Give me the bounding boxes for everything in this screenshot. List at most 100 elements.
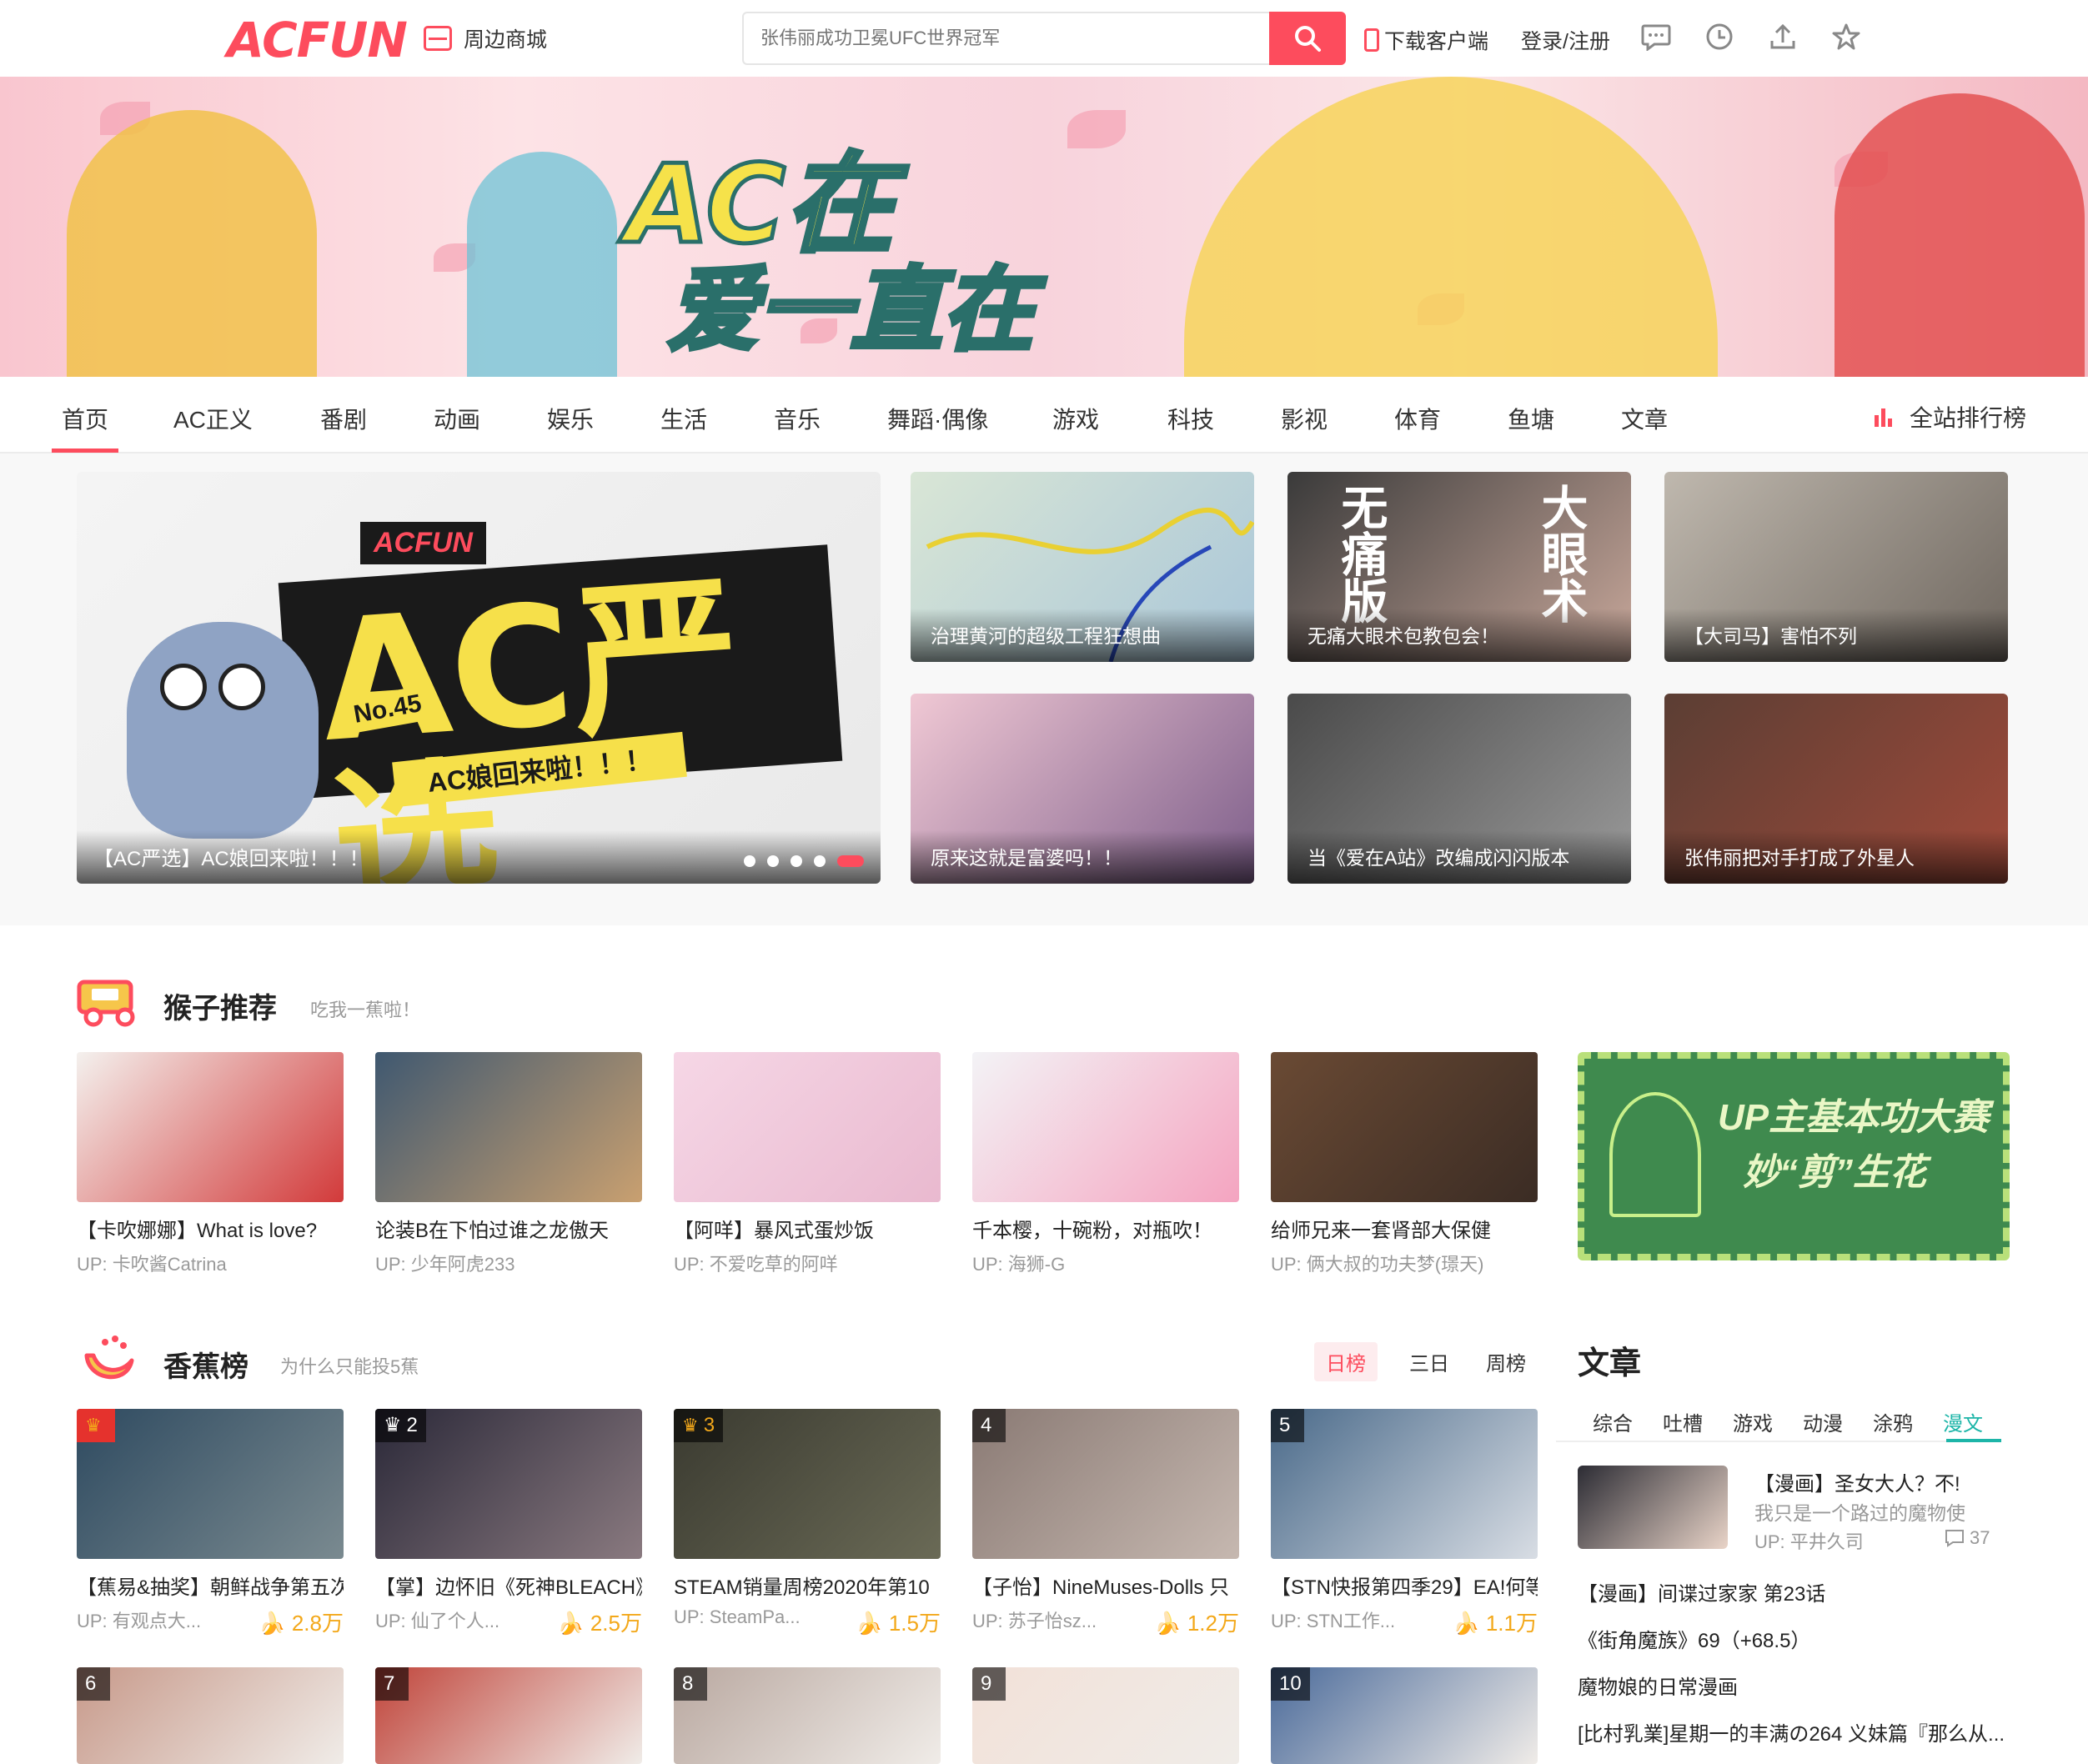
nav-sports[interactable]: 体育 bbox=[1394, 402, 1441, 435]
video-thumbnail[interactable] bbox=[674, 1052, 941, 1202]
video-thumbnail[interactable]: 7 bbox=[375, 1667, 642, 1764]
video-thumbnail[interactable]: 6 bbox=[77, 1667, 344, 1764]
video-thumbnail[interactable] bbox=[77, 1052, 344, 1202]
ranked-video-card[interactable]: 6 bbox=[77, 1667, 344, 1764]
nav-ac-justice[interactable]: AC正义 bbox=[173, 402, 253, 435]
video-card[interactable]: 【卡吹娜娜】What is love? UP: 卡吹酱Catrina bbox=[77, 1052, 344, 1276]
recommend-tile[interactable]: 治理黄河的超级工程狂想曲 bbox=[911, 472, 1254, 662]
history-clock-icon[interactable] bbox=[1703, 20, 1736, 53]
article-list-item[interactable]: [比村乳業]星期一的丰满の264 义妹篇『那么从... bbox=[1578, 1717, 2011, 1746]
contest-ad-banner[interactable]: UP主基本功大赛 妙“剪”生花 bbox=[1578, 1052, 2010, 1260]
download-client-link[interactable]: 下载客户端 bbox=[1364, 25, 1488, 55]
message-icon[interactable] bbox=[1639, 20, 1673, 53]
upload-icon[interactable] bbox=[1766, 20, 1799, 53]
video-uploader[interactable]: UP: 俩大叔的功夫梦(璟天) bbox=[1271, 1250, 1483, 1276]
tab-weekly[interactable]: 周榜 bbox=[1474, 1342, 1538, 1381]
nav-home[interactable]: 首页 bbox=[62, 402, 108, 435]
video-uploader[interactable]: UP: 卡吹酱Catrina bbox=[77, 1250, 227, 1276]
video-thumbnail[interactable]: ♛ 2 bbox=[375, 1409, 642, 1559]
video-uploader[interactable]: UP: 不爱吃草的阿咩 bbox=[674, 1250, 838, 1276]
video-uploader[interactable]: UP: 少年阿虎233 bbox=[375, 1250, 515, 1276]
carousel-dot-active[interactable] bbox=[837, 855, 864, 867]
video-title[interactable]: 千本樱，十碗粉，对瓶吹！ bbox=[972, 1214, 1239, 1243]
video-title[interactable]: 【掌】边怀旧《死神BLEACH》 bbox=[375, 1571, 642, 1600]
login-register-link[interactable]: 登录/注册 bbox=[1521, 25, 1610, 55]
article-list-item[interactable]: 《街角魔族》69（+68.5） bbox=[1578, 1624, 1810, 1653]
video-thumbnail[interactable]: ♛ bbox=[77, 1409, 344, 1559]
search-button[interactable] bbox=[1269, 12, 1346, 65]
article-tab-all[interactable]: 综合 bbox=[1593, 1407, 1633, 1436]
article-tab-anime[interactable]: 动漫 bbox=[1803, 1407, 1843, 1436]
video-uploader[interactable]: UP: 海狮-G bbox=[972, 1250, 1065, 1276]
featured-article-uploader[interactable]: UP: 平井久司 bbox=[1754, 1527, 1864, 1554]
video-thumbnail[interactable]: 9 bbox=[972, 1667, 1239, 1764]
video-card[interactable]: 给师兄来一套肾部大保健 UP: 俩大叔的功夫梦(璟天) bbox=[1271, 1052, 1538, 1276]
ranked-video-card[interactable]: 5 【STN快报第四季29】EA!何等 UP: STN工作... 🍌 1.1万 bbox=[1271, 1409, 1538, 1637]
tab-daily[interactable]: 日榜 bbox=[1314, 1342, 1378, 1381]
article-tab-rant[interactable]: 吐槽 bbox=[1663, 1407, 1703, 1436]
featured-article-thumbnail[interactable] bbox=[1578, 1466, 1728, 1549]
shop-link[interactable]: 周边商城 bbox=[424, 23, 547, 53]
nav-entertainment[interactable]: 娱乐 bbox=[547, 402, 594, 435]
video-title[interactable]: STEAM销量周榜2020年第10 bbox=[674, 1571, 941, 1600]
featured-article-title[interactable]: 【漫画】圣女大人？不! bbox=[1754, 1467, 1960, 1496]
article-list-item[interactable]: 魔物娘的日常漫画 bbox=[1578, 1671, 1738, 1700]
video-uploader[interactable]: UP: STN工作... bbox=[1271, 1606, 1395, 1637]
video-title[interactable]: 给师兄来一套肾部大保健 bbox=[1271, 1214, 1538, 1243]
nav-bangumi[interactable]: 番剧 bbox=[320, 402, 367, 435]
acfun-logo[interactable]: ACFUN bbox=[227, 12, 408, 68]
video-thumbnail[interactable] bbox=[972, 1052, 1239, 1202]
video-title[interactable]: 【卡吹娜娜】What is love? bbox=[77, 1214, 344, 1243]
video-title[interactable]: 论装B在下怕过谁之龙傲天 bbox=[375, 1214, 642, 1243]
article-tab-games[interactable]: 游戏 bbox=[1733, 1407, 1773, 1436]
nav-tech[interactable]: 科技 bbox=[1167, 402, 1214, 435]
video-uploader[interactable]: UP: 苏子怡sz... bbox=[972, 1606, 1097, 1637]
favorite-star-icon[interactable] bbox=[1830, 20, 1863, 53]
nav-animation[interactable]: 动画 bbox=[434, 402, 480, 435]
video-title[interactable]: 【子怡】NineMuses-Dolls 只 bbox=[972, 1571, 1239, 1600]
article-list-item[interactable]: 【漫画】间谍过家家 第23话 bbox=[1578, 1577, 1825, 1606]
ranked-video-card[interactable]: ♛ 3 STEAM销量周榜2020年第10 UP: SteamPa... 🍌 1.5… bbox=[674, 1409, 941, 1637]
ranked-video-card[interactable]: 10 bbox=[1271, 1667, 1538, 1764]
ranked-video-card[interactable]: 8 bbox=[674, 1667, 941, 1764]
nav-games[interactable]: 游戏 bbox=[1052, 402, 1099, 435]
nav-film[interactable]: 影视 bbox=[1281, 402, 1328, 435]
video-thumbnail[interactable]: ♛ 3 bbox=[674, 1409, 941, 1559]
ranked-video-card[interactable]: ♛ 2 【掌】边怀旧《死神BLEACH》 UP: 仙了个人... 🍌 2.5万 bbox=[375, 1409, 642, 1637]
video-thumbnail[interactable]: 5 bbox=[1271, 1409, 1538, 1559]
video-thumbnail[interactable] bbox=[1271, 1052, 1538, 1202]
nav-music[interactable]: 音乐 bbox=[774, 402, 821, 435]
ranked-video-card[interactable]: 9 bbox=[972, 1667, 1239, 1764]
nav-dance-idol[interactable]: 舞蹈·偶像 bbox=[887, 402, 988, 435]
carousel-dot[interactable] bbox=[744, 855, 755, 867]
hero-banner[interactable]: AC在 爱一直在 bbox=[0, 77, 2088, 377]
video-thumbnail[interactable] bbox=[375, 1052, 642, 1202]
ranked-video-card[interactable]: 4 【子怡】NineMuses-Dolls 只 UP: 苏子怡sz... 🍌 1.… bbox=[972, 1409, 1239, 1637]
video-thumbnail[interactable]: 10 bbox=[1271, 1667, 1538, 1764]
carousel-dot[interactable] bbox=[814, 855, 826, 867]
recommend-tile[interactable]: 当《爱在A站》改编成闪闪版本 bbox=[1287, 694, 1631, 884]
recommend-tile[interactable]: 【大司马】害怕不列 bbox=[1664, 472, 2008, 662]
ranked-video-card[interactable]: ♛ 【蕉易&抽奖】朝鲜战争第五次 UP: 有观点大... 🍌 2.8万 bbox=[77, 1409, 344, 1637]
video-title[interactable]: 【阿咩】暴风式蛋炒饭 bbox=[674, 1214, 941, 1243]
ranked-video-card[interactable]: 7 bbox=[375, 1667, 642, 1764]
recommend-tile[interactable]: 原来这就是富婆吗！！ bbox=[911, 694, 1254, 884]
site-ranking-link[interactable]: 全站排行榜 bbox=[1873, 400, 2026, 433]
video-title[interactable]: 【STN快报第四季29】EA!何等 bbox=[1271, 1571, 1538, 1600]
carousel-dot[interactable] bbox=[767, 855, 779, 867]
video-uploader[interactable]: UP: SteamPa... bbox=[674, 1606, 801, 1637]
article-tab-comic-text[interactable]: 漫文 bbox=[1943, 1407, 1983, 1436]
search-input[interactable] bbox=[742, 12, 1272, 65]
nav-life[interactable]: 生活 bbox=[660, 402, 707, 435]
video-card[interactable]: 【阿咩】暴风式蛋炒饭 UP: 不爱吃草的阿咩 bbox=[674, 1052, 941, 1276]
tab-three-day[interactable]: 三日 bbox=[1398, 1342, 1461, 1381]
video-thumbnail[interactable]: 4 bbox=[972, 1409, 1239, 1559]
video-title[interactable]: 【蕉易&抽奖】朝鲜战争第五次 bbox=[77, 1571, 344, 1600]
article-tab-doodle[interactable]: 涂鸦 bbox=[1873, 1407, 1913, 1436]
video-thumbnail[interactable]: 8 bbox=[674, 1667, 941, 1764]
video-uploader[interactable]: UP: 有观点大... bbox=[77, 1606, 201, 1637]
video-uploader[interactable]: UP: 仙了个人... bbox=[375, 1606, 499, 1637]
featured-carousel[interactable]: ACFUN AC严选 No.45 AC娘回来啦！！！ 【AC严选】AC娘回来啦！… bbox=[77, 472, 881, 884]
video-card[interactable]: 千本樱，十碗粉，对瓶吹！ UP: 海狮-G bbox=[972, 1052, 1239, 1276]
video-card[interactable]: 论装B在下怕过谁之龙傲天 UP: 少年阿虎233 bbox=[375, 1052, 642, 1276]
